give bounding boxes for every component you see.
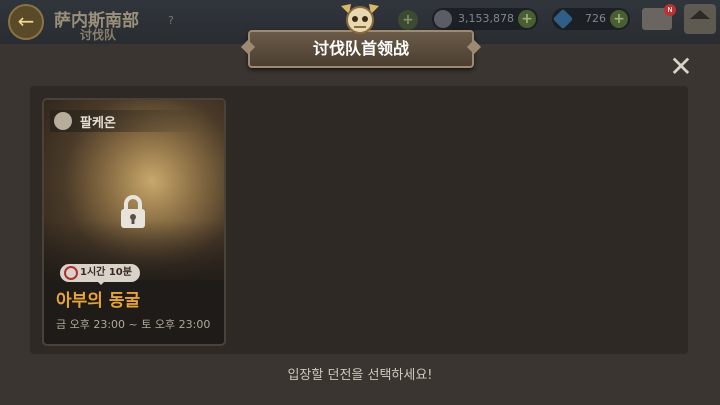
dungeon-name: 아부의 동굴 [56,291,141,311]
gold-counter: 3,153,878 + [432,8,538,30]
clock-icon [64,266,78,280]
screen-subtitle: 讨伐队 [80,28,117,42]
gold-icon [434,10,452,28]
help-icon[interactable]: ? [168,14,174,27]
home-icon [690,10,710,19]
attribute-tag [50,110,200,132]
add-stamina-button[interactable]: + [398,10,418,30]
gem-icon [552,8,574,30]
modal-title: 讨伐队首领战 [312,39,409,58]
dungeon-schedule: 금 오후 23:00 ~ 토 오후 23:00 [56,318,211,331]
skull-crest-icon [341,4,379,34]
dungeon-card[interactable]: 팔케온 1시간 10분 아부의 동굴 금 오후 23:00 ~ 토 오후 23:… [42,98,226,346]
add-gem-button[interactable]: + [610,10,628,28]
gem-counter: 726 + [552,8,630,30]
lock-icon [121,195,145,228]
badge-pointer [96,280,106,285]
back-button[interactable]: ← [8,4,44,40]
select-dungeon-hint: 입장할 던전을 선택하세요! [287,368,433,383]
attribute-label: 팔케온 [80,116,116,131]
attribute-icon [54,112,72,130]
add-gold-button[interactable]: + [518,10,536,28]
gold-value: 3,153,878 [458,12,514,25]
home-button[interactable] [684,4,716,34]
gem-value: 726 [585,12,606,25]
close-button[interactable]: ✕ [664,52,698,82]
mail-badge: N [664,4,676,16]
